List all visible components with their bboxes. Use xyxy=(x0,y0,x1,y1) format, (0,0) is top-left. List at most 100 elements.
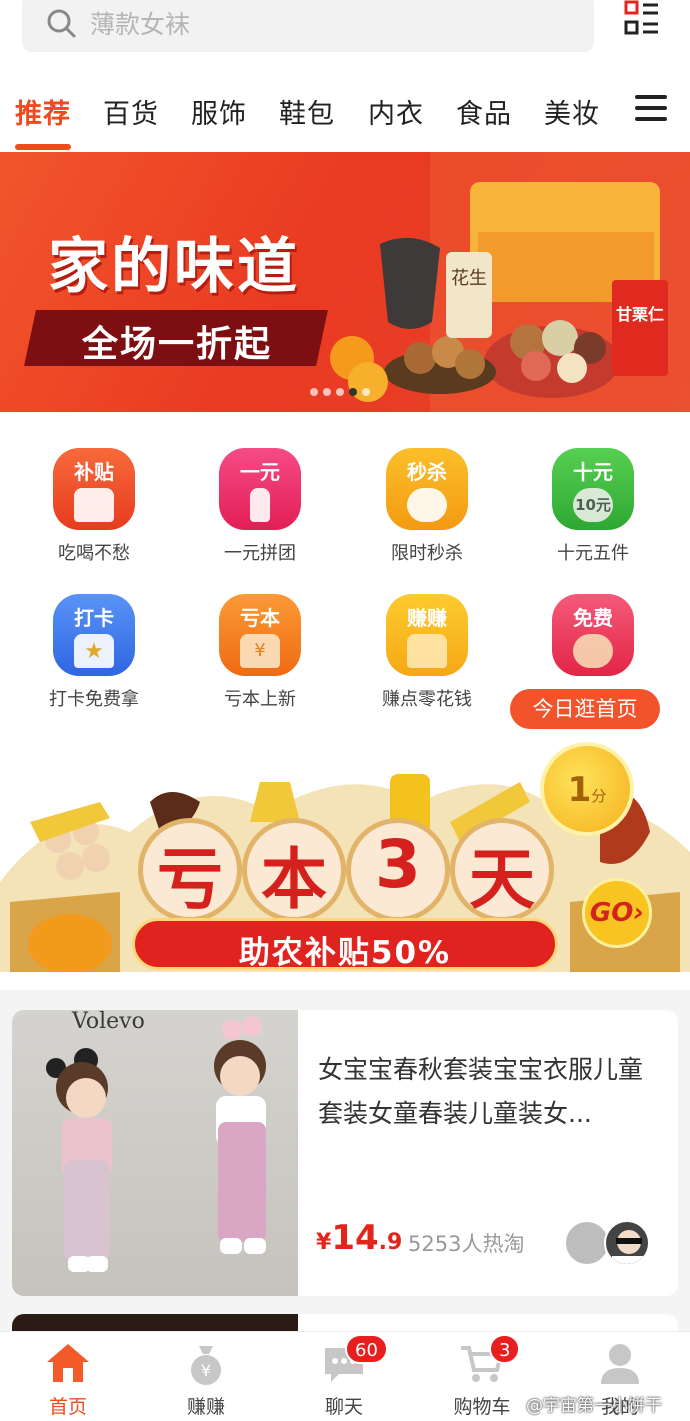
grid-tag: 秒杀 xyxy=(407,460,447,484)
price-integer: 14 xyxy=(331,1218,379,1258)
icon-illustration xyxy=(407,488,447,522)
top-bar: 薄款女袜 xyxy=(0,0,690,64)
grid-tag: 赚赚 xyxy=(407,606,447,630)
svg-text:¥: ¥ xyxy=(201,1361,211,1380)
coin-unit: 分 xyxy=(591,787,607,805)
carousel-dots xyxy=(310,388,370,396)
chat-badge: 60 xyxy=(345,1334,388,1364)
lucky-bag-icon: 赚赚 xyxy=(386,594,468,676)
promo-subtitle: 助农补贴50% xyxy=(238,935,452,971)
grid-tag: 补贴 xyxy=(74,460,114,484)
photo-text: Volevo xyxy=(71,1010,145,1034)
tab-beauty[interactable]: 美妆 xyxy=(544,92,600,131)
coin-number: 1 xyxy=(567,770,592,810)
grid-item-free[interactable]: 免费 xyxy=(518,594,668,685)
svg-text:花生: 花生 xyxy=(451,268,487,289)
nav-earn[interactable]: ¥ 赚赚 xyxy=(146,1340,266,1419)
promo-banner[interactable]: 亏 本 3 天 助农补贴50% 1分 GO› xyxy=(0,742,690,990)
profile-icon xyxy=(601,1344,639,1384)
carousel-dot-active xyxy=(349,388,357,396)
grid-tag: 亏本 xyxy=(240,606,280,630)
search-icon xyxy=(47,9,76,38)
nav-home[interactable]: 首页 xyxy=(8,1340,128,1419)
browse-home-pill[interactable]: 今日逛首页 xyxy=(510,689,660,729)
scan-list-icon[interactable] xyxy=(624,0,660,36)
product-card[interactable]: Volevo 女宝宝春秋套装宝宝衣服儿童套装女童春装儿童装女... ¥14.9 … xyxy=(12,1010,678,1296)
go-button[interactable]: GO› xyxy=(582,878,652,948)
yuan-icon: ¥ xyxy=(240,634,280,668)
nav-label: 聊天 xyxy=(324,1396,363,1418)
grid-label: 一元拼团 xyxy=(224,543,296,564)
nav-chat[interactable]: 60 聊天 xyxy=(284,1334,404,1419)
tab-underwear[interactable]: 内衣 xyxy=(368,92,424,131)
grid-item-flash-sale[interactable]: 秒杀 限时秒杀 xyxy=(352,448,502,565)
cart-badge: 3 xyxy=(489,1334,521,1364)
nav-cart[interactable]: 3 购物车 xyxy=(422,1334,542,1419)
sold-count: 5253人热淘 xyxy=(408,1232,525,1256)
product-photo-art: Volevo xyxy=(46,1010,266,1272)
product-price: ¥14.9 xyxy=(316,1218,402,1258)
grid-item-loss-sale[interactable]: 亏本 ¥ 亏本上新 xyxy=(185,594,335,711)
hero-banner[interactable]: 甘栗仁 花生 家的味道 全场一折起 xyxy=(0,152,690,412)
product-title: 女宝宝春秋套装宝宝衣服儿童套装女童春装儿童装女... xyxy=(318,1055,644,1128)
grid-label: 亏本上新 xyxy=(224,689,296,710)
app-screen: 薄款女袜 推荐 百货 服饰 鞋包 内衣 食品 美妆 甘栗仁 花生 家的味道 全场… xyxy=(0,0,690,1421)
svg-text:甘栗仁: 甘栗仁 xyxy=(616,305,664,324)
nav-label: 赚赚 xyxy=(186,1396,225,1418)
grid-item-earn[interactable]: 赚赚 赚点零花钱 xyxy=(352,594,502,711)
feature-grid: 补贴 吃喝不愁 一元 一元拼团 秒杀 限时秒杀 十元 10元 十元五件 打卡 ★… xyxy=(0,412,690,742)
grid-label: 打卡免费拿 xyxy=(49,689,139,710)
promo-char: 本 xyxy=(261,841,327,918)
carousel-dot xyxy=(323,388,331,396)
grid-item-one-yuan[interactable]: 一元 一元拼团 xyxy=(185,448,335,565)
grid-tag: 免费 xyxy=(573,606,613,630)
home-icon xyxy=(47,1344,89,1382)
grid-label: 吃喝不愁 xyxy=(58,543,130,564)
tab-general-goods[interactable]: 百货 xyxy=(103,92,159,131)
price-decimal: .9 xyxy=(378,1230,403,1255)
icon-illustration xyxy=(407,634,447,668)
cutlery-icon: 免费 xyxy=(552,594,634,676)
go-label: GO xyxy=(589,898,634,928)
tab-shoes-bags[interactable]: 鞋包 xyxy=(279,92,335,131)
grid-item-check-in[interactable]: 打卡 ★ 打卡免费拿 xyxy=(19,594,169,711)
banner-subtitle: 全场一折起 xyxy=(82,324,273,365)
red-envelope-icon: 亏本 ¥ xyxy=(219,594,301,676)
avatar xyxy=(604,1220,650,1266)
tab-recommend[interactable]: 推荐 xyxy=(15,92,71,131)
nav-label: 购物车 xyxy=(453,1396,511,1418)
tab-apparel[interactable]: 服饰 xyxy=(191,92,247,131)
category-tabs: 推荐 百货 服饰 鞋包 内衣 食品 美妆 xyxy=(0,64,690,152)
search-bar[interactable]: 薄款女袜 xyxy=(22,0,594,52)
tab-food[interactable]: 食品 xyxy=(456,92,512,131)
rice-bowl-icon: 补贴 xyxy=(53,448,135,530)
calendar-icon: 打卡 ★ xyxy=(53,594,135,676)
banner-title: 家的味道 xyxy=(48,232,300,302)
grid-label: 限时秒杀 xyxy=(391,543,463,564)
clock-icon: 秒杀 xyxy=(386,448,468,530)
coin-label: 10元 xyxy=(573,488,613,522)
coin-badge[interactable]: 1分 xyxy=(540,742,634,836)
grid-item-ten-yuan[interactable]: 十元 10元 十元五件 xyxy=(518,448,668,565)
grid-tag: 打卡 xyxy=(74,606,114,630)
icon-illustration xyxy=(250,488,270,522)
grid-item-subsidy[interactable]: 补贴 吃喝不愁 xyxy=(19,448,169,565)
nav-label: 首页 xyxy=(48,1396,87,1418)
icon-illustration xyxy=(573,634,613,668)
promo-char: 天 xyxy=(469,841,535,918)
bottle-icon: 一元 xyxy=(219,448,301,530)
star-icon: ★ xyxy=(74,634,114,668)
promo-char: 亏 xyxy=(157,841,223,918)
product-photo: Volevo xyxy=(12,1010,298,1296)
grid-tag: 十元 xyxy=(573,460,613,484)
search-placeholder: 薄款女袜 xyxy=(90,10,191,39)
active-tab-indicator xyxy=(15,144,71,150)
grid-label: 十元五件 xyxy=(557,543,629,564)
price-currency: ¥ xyxy=(316,1230,332,1255)
promo-char: 3 xyxy=(375,826,421,903)
icon-illustration xyxy=(74,488,114,522)
hamburger-menu-icon[interactable] xyxy=(612,64,690,152)
grid-tag: 一元 xyxy=(240,460,280,484)
money-bag-icon: ¥ xyxy=(191,1346,221,1385)
carousel-dot xyxy=(362,388,370,396)
